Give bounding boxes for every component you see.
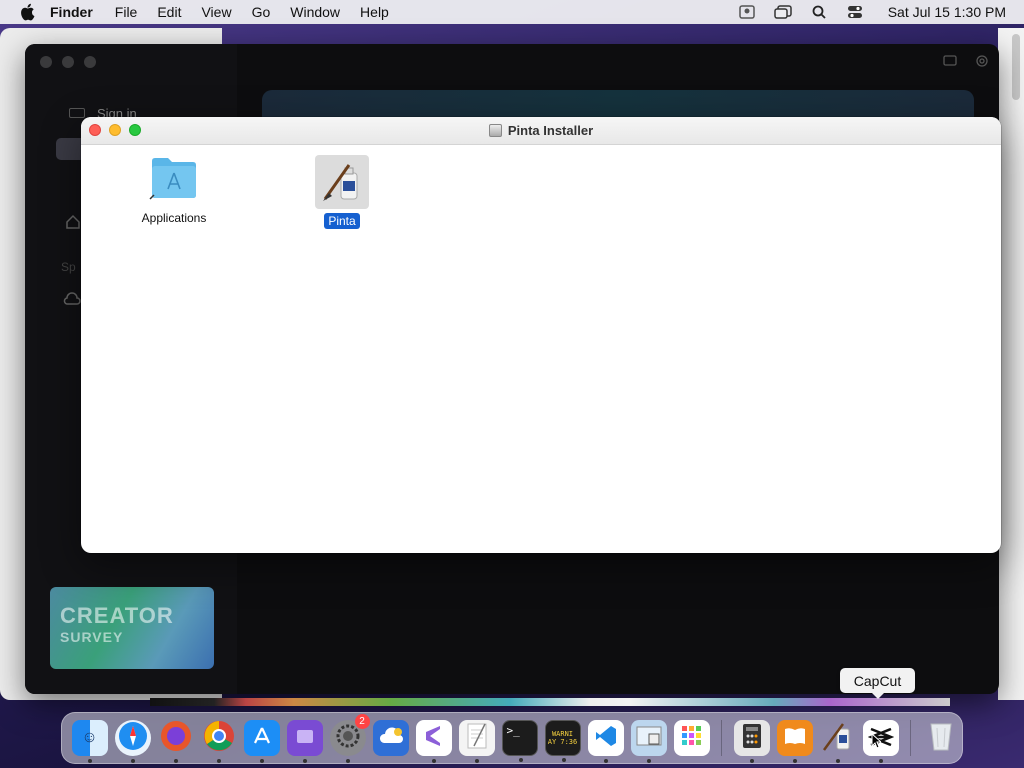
terminal-icon: >_ xyxy=(506,724,520,737)
dock-safari[interactable] xyxy=(114,720,151,763)
spotlight-search-icon[interactable] xyxy=(810,4,828,20)
menu-file[interactable]: File xyxy=(115,4,138,20)
user-switch-icon[interactable] xyxy=(738,4,756,20)
capcut-minimize-button[interactable] xyxy=(62,56,74,68)
menu-help[interactable]: Help xyxy=(360,4,389,20)
dock: ☺ 2 >_ WARNI AY 7:36 xyxy=(61,712,963,764)
menu-window[interactable]: Window xyxy=(290,4,340,20)
books-icon xyxy=(783,726,807,751)
control-center-icon[interactable] xyxy=(846,4,864,20)
creator-survey-promo[interactable]: CREATOR SURVEY xyxy=(50,587,214,669)
space-section-label: Sp xyxy=(61,260,76,274)
capcut-topbar xyxy=(943,54,989,68)
menu-view[interactable]: View xyxy=(201,4,231,20)
menu-finder[interactable]: Finder xyxy=(50,4,93,20)
pinta-installer-window: Pinta Installer Applications Pinta xyxy=(81,117,1001,553)
dock-console[interactable]: WARNI AY 7:36 xyxy=(544,720,581,762)
apple-menu-icon[interactable] xyxy=(18,3,36,21)
menu-edit[interactable]: Edit xyxy=(157,4,181,20)
finder-icon: ☺ xyxy=(81,729,98,746)
dock-books[interactable] xyxy=(776,720,813,763)
dock-finder[interactable]: ☺ xyxy=(71,720,108,763)
console-icon: WARNI AY 7:36 xyxy=(547,730,578,746)
dock-app-store[interactable] xyxy=(243,720,280,763)
cloud-icon xyxy=(378,726,404,751)
textedit-icon xyxy=(465,722,489,755)
chrome-icon xyxy=(203,720,235,757)
installer-title: Pinta Installer xyxy=(488,123,594,138)
zoom-button[interactable] xyxy=(129,124,141,136)
minimize-button[interactable] xyxy=(109,124,121,136)
pinta-label: Pinta xyxy=(324,213,360,229)
visual-studio-icon xyxy=(422,724,446,753)
dock-terminal[interactable]: >_ xyxy=(501,720,538,762)
capcut-close-button[interactable] xyxy=(40,56,52,68)
dock-pockity[interactable] xyxy=(286,720,323,763)
app-store-icon xyxy=(251,725,273,752)
calculator-icon xyxy=(742,723,762,754)
home-icon[interactable] xyxy=(65,214,81,230)
background-window-edge xyxy=(998,28,1024,700)
mouse-cursor-icon xyxy=(871,732,883,749)
capcut-zoom-button[interactable] xyxy=(84,56,96,68)
cloud-icon[interactable] xyxy=(63,292,81,306)
promo-line2: SURVEY xyxy=(60,629,124,645)
dock-calculator[interactable] xyxy=(733,720,770,763)
dock-vscode[interactable] xyxy=(587,720,624,763)
menu-go[interactable]: Go xyxy=(252,4,271,20)
applications-folder-item[interactable]: Applications xyxy=(124,155,224,226)
applications-folder-icon[interactable] xyxy=(149,155,199,206)
preview-icon xyxy=(635,724,663,753)
pinta-app-icon[interactable] xyxy=(315,155,369,209)
dock-system-settings[interactable]: 2 xyxy=(329,714,370,763)
dock-tooltip: CapCut xyxy=(840,668,915,699)
close-button[interactable] xyxy=(89,124,101,136)
dock-firefox[interactable] xyxy=(158,720,194,763)
dock-launchpad[interactable] xyxy=(673,720,710,756)
installer-titlebar[interactable]: Pinta Installer xyxy=(81,117,1001,145)
settings-icon[interactable] xyxy=(975,54,989,68)
safari-compass-icon xyxy=(118,721,148,756)
promo-line1: CREATOR xyxy=(60,603,174,628)
dock-preview[interactable] xyxy=(630,720,667,763)
menu-clock[interactable]: Sat Jul 15 1:30 PM xyxy=(888,4,1006,20)
launchpad-grid-icon xyxy=(680,724,704,753)
dock-separator xyxy=(721,720,722,756)
background-color-strip xyxy=(150,698,950,706)
dock-trash[interactable] xyxy=(923,720,959,756)
dock-pinta[interactable] xyxy=(820,719,856,763)
pinta-dock-icon xyxy=(821,719,855,758)
background-scrollbar[interactable] xyxy=(1012,34,1020,100)
dock-cloudmounter[interactable] xyxy=(372,720,409,756)
disk-image-icon xyxy=(488,124,502,137)
firefox-icon xyxy=(160,720,192,757)
installer-title-text: Pinta Installer xyxy=(507,123,594,138)
pockity-icon xyxy=(294,725,316,752)
dock-chrome[interactable] xyxy=(201,720,237,763)
capcut-window-controls xyxy=(40,56,96,68)
feedback-icon[interactable] xyxy=(943,54,957,68)
menu-bar: Finder File Edit View Go Window Help Sat… xyxy=(0,0,1024,24)
installer-window-controls xyxy=(89,124,141,136)
stage-manager-icon[interactable] xyxy=(773,4,792,20)
dock-separator-2 xyxy=(910,720,911,756)
dock-visual-studio[interactable] xyxy=(415,720,452,763)
dock-textedit[interactable] xyxy=(458,720,495,763)
vscode-icon xyxy=(594,724,618,753)
pinta-app-item[interactable]: Pinta xyxy=(292,155,392,229)
applications-label: Applications xyxy=(141,211,207,225)
notification-badge: 2 xyxy=(354,714,370,729)
trash-icon xyxy=(928,720,954,757)
